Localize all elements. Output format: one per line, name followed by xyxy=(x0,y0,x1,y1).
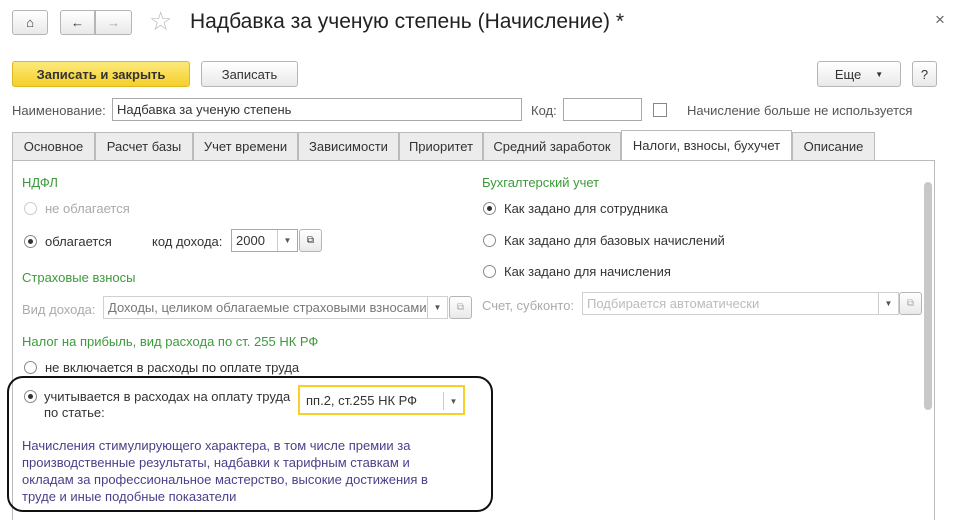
forward-button[interactable]: → xyxy=(95,10,132,35)
profit-tax-title: Налог на прибыль, вид расхода по ст. 255… xyxy=(22,334,319,349)
chevron-down-icon[interactable]: ▼ xyxy=(277,230,297,251)
open-icon: ⧉ xyxy=(449,296,472,319)
insurance-title: Страховые взносы xyxy=(22,270,136,285)
income-type-select: Доходы, целиком облагаемые страховыми вз… xyxy=(103,296,448,319)
included-label: учитывается в расходах на оплату труда п… xyxy=(44,389,291,420)
accounting-option-employee-radio[interactable] xyxy=(483,202,496,215)
tab-time[interactable]: Учет времени xyxy=(193,132,298,160)
tab-main[interactable]: Основное xyxy=(12,132,95,160)
tab-dependencies[interactable]: Зависимости xyxy=(298,132,399,160)
open-icon: ⧉ xyxy=(899,292,922,315)
income-code-label: код дохода: xyxy=(152,234,223,249)
page-title: Надбавка за ученую степень (Начисление) … xyxy=(190,10,625,33)
ndfl-not-taxed-label: не облагается xyxy=(45,201,130,216)
accounting-option-accrual-radio[interactable] xyxy=(483,265,496,278)
tab-average[interactable]: Средний заработок xyxy=(483,132,621,160)
chevron-down-icon[interactable]: ▼ xyxy=(443,392,463,410)
save-and-close-button[interactable]: Записать и закрыть xyxy=(12,61,190,87)
income-code-value: 2000 xyxy=(236,233,265,248)
name-label: Наименование: xyxy=(12,103,106,118)
tab-taxes[interactable]: Налоги, взносы, бухучет xyxy=(621,130,792,160)
included-radio[interactable] xyxy=(24,390,37,403)
ndfl-taxed-label: облагается xyxy=(45,234,112,249)
article-select[interactable]: пп.2, ст.255 НК РФ ▼ xyxy=(298,385,465,415)
tab-description[interactable]: Описание xyxy=(792,132,875,160)
more-label: Еще xyxy=(834,66,862,82)
help-button[interactable]: ? xyxy=(912,61,937,87)
close-button[interactable]: × xyxy=(935,10,945,30)
scrollbar[interactable] xyxy=(924,182,932,410)
tab-base[interactable]: Расчет базы xyxy=(95,132,193,160)
account-label: Счет, субконто: xyxy=(482,298,575,313)
home-icon: ⌂ xyxy=(26,15,34,30)
more-button[interactable]: Еще ▼ xyxy=(817,61,901,87)
accounting-option-label: Как задано для базовых начислений xyxy=(504,233,725,248)
unused-label: Начисление больше не используется xyxy=(687,103,913,118)
ndfl-not-taxed-radio[interactable] xyxy=(24,202,37,215)
article-value: пп.2, ст.255 НК РФ xyxy=(306,392,418,408)
accounting-option-label: Как задано для начисления xyxy=(504,264,671,279)
article-description: Начисления стимулирующего характера, в т… xyxy=(22,438,428,504)
income-type-value: Доходы, целиком облагаемые страховыми вз… xyxy=(108,300,427,315)
account-placeholder: Подбирается автоматически xyxy=(587,296,760,311)
income-code-select[interactable]: 2000 ▼ xyxy=(231,229,298,252)
account-select: Подбирается автоматически ▼ xyxy=(582,292,899,315)
chevron-down-icon: ▼ xyxy=(427,297,447,318)
arrow-left-icon: ← xyxy=(71,15,84,30)
open-icon[interactable]: ⧉ xyxy=(299,229,322,252)
chevron-down-icon: ▼ xyxy=(875,69,884,79)
code-label: Код: xyxy=(531,103,557,118)
accounting-option-base-radio[interactable] xyxy=(483,234,496,247)
save-button[interactable]: Записать xyxy=(201,61,298,87)
back-button[interactable]: ← xyxy=(60,10,95,35)
chevron-down-icon: ▼ xyxy=(878,293,898,314)
accounting-title: Бухгалтерский учет xyxy=(482,175,600,190)
code-input[interactable] xyxy=(563,98,642,121)
accounting-option-label: Как задано для сотрудника xyxy=(504,201,668,216)
income-type-label: Вид дохода: xyxy=(22,302,96,317)
home-button[interactable]: ⌂ xyxy=(12,10,48,35)
tab-priority[interactable]: Приоритет xyxy=(399,132,483,160)
not-included-radio[interactable] xyxy=(24,361,37,374)
star-icon[interactable]: ☆ xyxy=(149,6,172,37)
arrow-right-icon: → xyxy=(107,15,120,30)
unused-checkbox[interactable] xyxy=(653,103,667,117)
name-input[interactable]: Надбавка за ученую степень xyxy=(112,98,522,121)
ndfl-title: НДФЛ xyxy=(22,175,58,190)
not-included-label: не включается в расходы по оплате труда xyxy=(45,360,300,375)
ndfl-taxed-radio[interactable] xyxy=(24,235,37,248)
